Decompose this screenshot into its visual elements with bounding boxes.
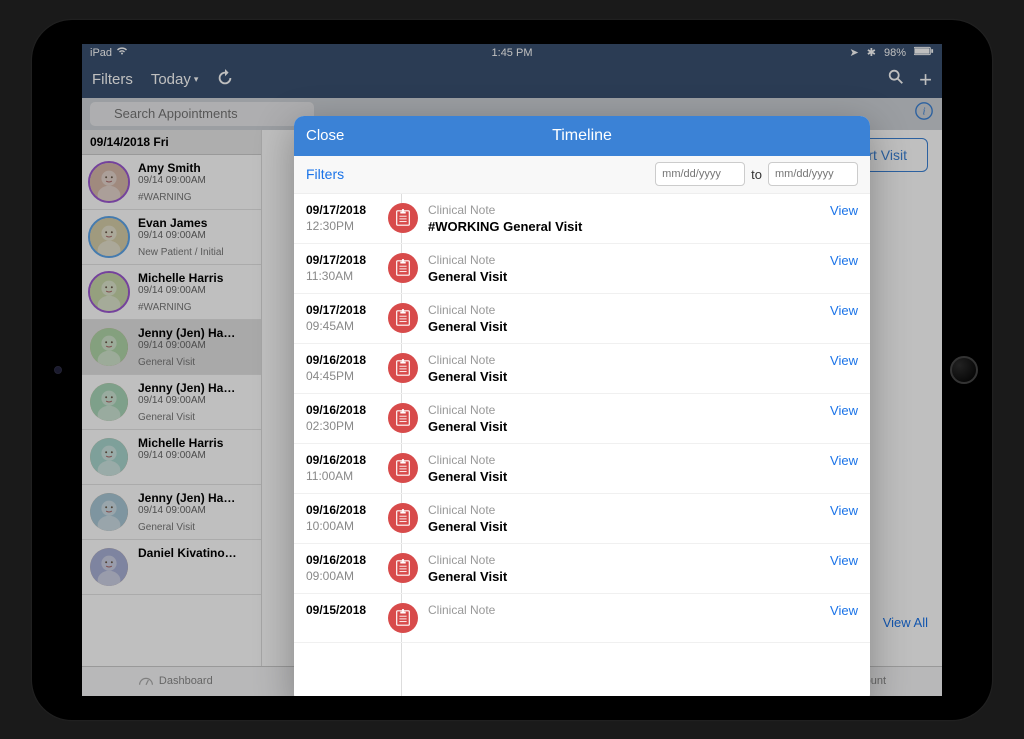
timeline-date: 09/16/201804:45PM — [306, 353, 378, 383]
clinical-note-icon — [388, 253, 418, 283]
timeline-row: 09/16/201810:00AM Clinical Note General Vi… — [294, 494, 870, 544]
timeline-type: Clinical Note — [428, 453, 820, 467]
timeline-row: 09/17/201812:30PM Clinical Note #WORKING G… — [294, 194, 870, 244]
timeline-date: 09/16/201811:00AM — [306, 453, 378, 483]
timeline-date: 09/17/201809:45AM — [306, 303, 378, 333]
timeline-type: Clinical Note — [428, 203, 820, 217]
clinical-note-icon — [388, 503, 418, 533]
timeline-row: 09/16/201811:00AM Clinical Note General Vi… — [294, 444, 870, 494]
timeline-title: General Visit — [428, 469, 820, 484]
timeline-title: General Visit — [428, 319, 820, 334]
modal-filter-bar: Filters to — [294, 156, 870, 194]
view-link[interactable]: View — [830, 253, 858, 268]
timeline-date: 09/15/2018 — [306, 603, 378, 617]
timeline-title: General Visit — [428, 269, 820, 284]
timeline-row: 09/16/201804:45PM Clinical Note General Vi… — [294, 344, 870, 394]
clinical-note-icon — [388, 303, 418, 333]
clinical-note-icon — [388, 353, 418, 383]
clinical-note-icon — [388, 403, 418, 433]
timeline-title: General Visit — [428, 419, 820, 434]
modal-header: Close Timeline — [294, 116, 870, 156]
timeline-type: Clinical Note — [428, 403, 820, 417]
timeline-title: General Visit — [428, 369, 820, 384]
modal-title: Timeline — [552, 127, 612, 145]
view-link[interactable]: View — [830, 203, 858, 218]
timeline-modal: Close Timeline Filters to 09/17/201812:3… — [294, 116, 870, 696]
timeline-title: General Visit — [428, 519, 820, 534]
timeline-title: General Visit — [428, 569, 820, 584]
view-link[interactable]: View — [830, 453, 858, 468]
close-button[interactable]: Close — [306, 127, 344, 144]
timeline-title: #WORKING General Visit — [428, 219, 820, 234]
timeline-type: Clinical Note — [428, 603, 820, 617]
view-link[interactable]: View — [830, 503, 858, 518]
timeline-type: Clinical Note — [428, 253, 820, 267]
view-link[interactable]: View — [830, 353, 858, 368]
timeline-row: 09/17/201811:30AM Clinical Note General Vi… — [294, 244, 870, 294]
clinical-note-icon — [388, 453, 418, 483]
timeline-date: 09/17/201811:30AM — [306, 253, 378, 283]
view-link[interactable]: View — [830, 303, 858, 318]
date-to-input[interactable] — [768, 162, 858, 186]
view-link[interactable]: View — [830, 603, 858, 618]
timeline-type: Clinical Note — [428, 303, 820, 317]
home-button[interactable] — [950, 356, 978, 384]
date-from-input[interactable] — [655, 162, 745, 186]
date-to-label: to — [751, 167, 762, 182]
timeline-row: 09/15/2018 Clinical Note View — [294, 594, 870, 643]
modal-filters-link[interactable]: Filters — [306, 166, 344, 182]
timeline-date: 09/16/201802:30PM — [306, 403, 378, 433]
view-link[interactable]: View — [830, 403, 858, 418]
timeline-row: 09/17/201809:45AM Clinical Note General Vi… — [294, 294, 870, 344]
timeline-row: 09/16/201802:30PM Clinical Note General Vi… — [294, 394, 870, 444]
timeline-type: Clinical Note — [428, 353, 820, 367]
timeline-list[interactable]: 09/17/201812:30PM Clinical Note #WORKING G… — [294, 194, 870, 696]
clinical-note-icon — [388, 203, 418, 233]
timeline-date: 09/16/201810:00AM — [306, 503, 378, 533]
view-link[interactable]: View — [830, 553, 858, 568]
timeline-type: Clinical Note — [428, 503, 820, 517]
clinical-note-icon — [388, 603, 418, 633]
timeline-type: Clinical Note — [428, 553, 820, 567]
clinical-note-icon — [388, 553, 418, 583]
timeline-row: 09/16/201809:00AM Clinical Note General Vi… — [294, 544, 870, 594]
timeline-date: 09/17/201812:30PM — [306, 203, 378, 233]
timeline-date: 09/16/201809:00AM — [306, 553, 378, 583]
